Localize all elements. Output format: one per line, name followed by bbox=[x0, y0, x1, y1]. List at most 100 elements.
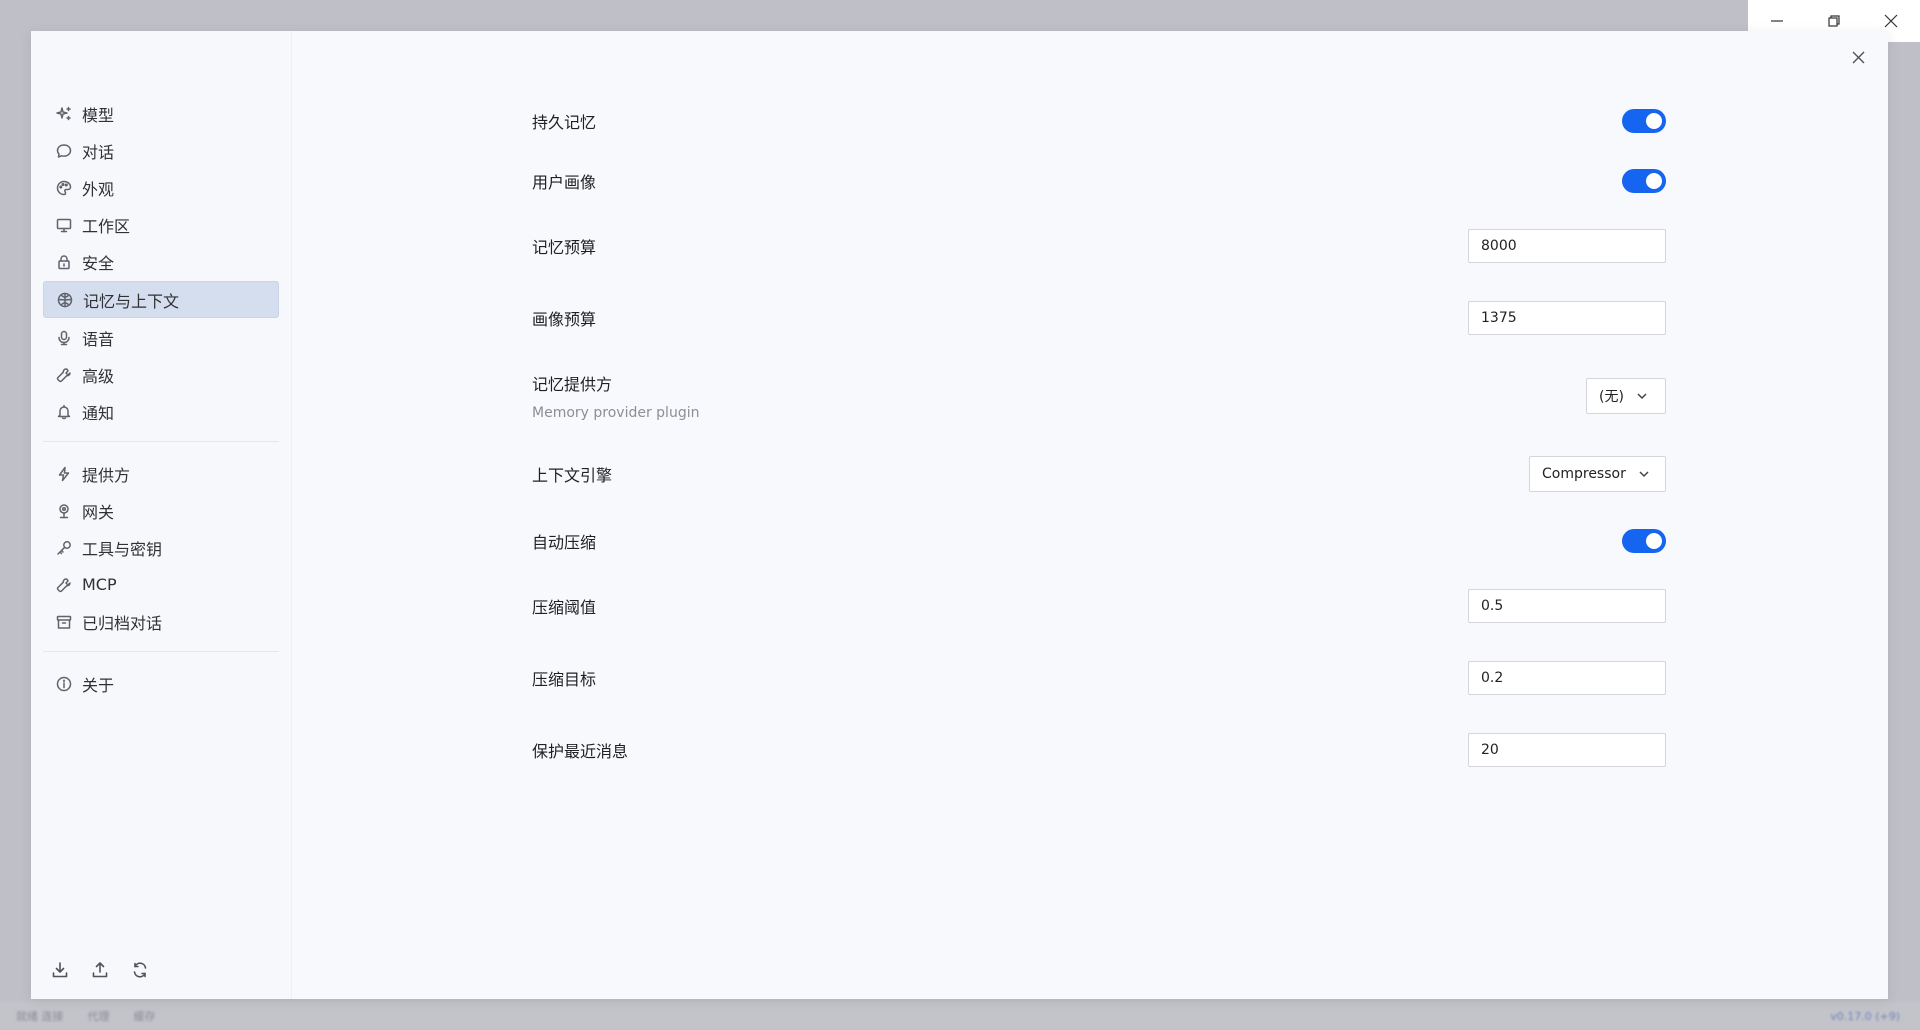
sidebar-item-appearance[interactable]: 外观 bbox=[43, 170, 279, 205]
setting-row-memory-provider: 记忆提供方 Memory provider plugin (无) bbox=[532, 371, 1666, 421]
chevron-down-icon bbox=[1637, 393, 1647, 400]
setting-row-context-engine: 上下文引擎 Compressor bbox=[532, 456, 1666, 492]
sidebar-item-memory-context[interactable]: 记忆与上下文 bbox=[43, 281, 279, 318]
sidebar-item-providers[interactable]: 提供方 bbox=[43, 456, 279, 491]
user-profile-toggle[interactable] bbox=[1622, 169, 1666, 193]
setting-sublabel: Memory provider plugin bbox=[532, 405, 700, 421]
sidebar-item-label: 语音 bbox=[82, 329, 115, 349]
setting-label: 压缩目标 bbox=[532, 670, 597, 689]
sidebar-item-label: 工具与密钥 bbox=[82, 539, 163, 559]
sidebar-item-archived-chats[interactable]: 已归档对话 bbox=[43, 604, 279, 639]
upload-icon bbox=[92, 962, 108, 978]
compress-target-input[interactable] bbox=[1468, 661, 1666, 695]
setting-label-group: 记忆提供方 Memory provider plugin bbox=[532, 371, 699, 421]
setting-row-persistent-memory: 持久记忆 bbox=[532, 109, 1666, 133]
sidebar-item-about[interactable]: 关于 bbox=[43, 666, 279, 701]
persistent-memory-toggle[interactable] bbox=[1622, 109, 1666, 133]
setting-label: 上下文引擎 bbox=[532, 466, 613, 485]
import-button[interactable] bbox=[49, 959, 71, 981]
memory-budget-input[interactable] bbox=[1468, 229, 1666, 263]
status-item: 就绪 连接 bbox=[16, 1010, 64, 1023]
refresh-icon bbox=[133, 962, 147, 978]
chat-bubble-icon bbox=[55, 142, 73, 160]
sidebar-item-gateway[interactable]: 网关 bbox=[43, 493, 279, 528]
setting-row-memory-budget: 记忆预算 bbox=[532, 229, 1666, 263]
sidebar-item-label: 工作区 bbox=[82, 216, 131, 236]
sidebar-item-label: 安全 bbox=[82, 253, 115, 273]
sidebar-item-label: 提供方 bbox=[82, 465, 131, 485]
sidebar-item-mcp[interactable]: MCP bbox=[43, 567, 279, 602]
compress-threshold-input[interactable] bbox=[1468, 589, 1666, 623]
export-button[interactable] bbox=[89, 959, 111, 981]
info-icon bbox=[55, 675, 73, 693]
select-value: (无) bbox=[1599, 389, 1624, 405]
background-status-bar: 就绪 连接 代理 缓存 v0.17.0 (+9) bbox=[0, 1002, 1920, 1030]
download-icon bbox=[52, 962, 68, 978]
setting-row-compress-threshold: 压缩阈值 bbox=[532, 589, 1666, 623]
select-value: Compressor bbox=[1542, 466, 1626, 482]
lock-icon bbox=[55, 253, 73, 271]
sidebar-item-notifications[interactable]: 通知 bbox=[43, 394, 279, 429]
sidebar-item-label: 模型 bbox=[82, 105, 115, 125]
bell-icon bbox=[55, 403, 73, 421]
sidebar-footer bbox=[49, 959, 151, 981]
sidebar-item-label: 外观 bbox=[82, 179, 115, 199]
setting-label: 画像预算 bbox=[532, 310, 597, 329]
context-engine-select[interactable]: Compressor bbox=[1529, 456, 1666, 492]
sidebar-item-label: 记忆与上下文 bbox=[83, 291, 180, 311]
auto-compress-toggle[interactable] bbox=[1622, 529, 1666, 553]
reset-button[interactable] bbox=[129, 959, 151, 981]
setting-row-protect-recent: 保护最近消息 bbox=[532, 733, 1666, 767]
dialog-close-button[interactable] bbox=[1846, 45, 1870, 69]
profile-budget-input[interactable] bbox=[1468, 301, 1666, 335]
settings-dialog: 模型 对话 外观 工作区 安全 记忆与上下文 语音 高级 通知 提供方 网关 工… bbox=[31, 31, 1888, 999]
close-icon bbox=[1884, 14, 1898, 28]
setting-label: 自动压缩 bbox=[532, 533, 597, 552]
sidebar-item-label: 关于 bbox=[82, 675, 115, 695]
close-icon bbox=[1852, 51, 1864, 63]
lightning-icon bbox=[55, 465, 73, 483]
setting-label: 记忆预算 bbox=[532, 238, 597, 257]
sidebar-item-workspace[interactable]: 工作区 bbox=[43, 207, 279, 242]
sidebar-item-label: 通知 bbox=[82, 403, 115, 423]
sidebar-item-label: 已归档对话 bbox=[82, 613, 163, 633]
sidebar-item-chat[interactable]: 对话 bbox=[43, 133, 279, 168]
nav-group-general: 模型 对话 外观 工作区 安全 记忆与上下文 语音 高级 通知 bbox=[31, 31, 291, 429]
sidebar-item-advanced[interactable]: 高级 bbox=[43, 357, 279, 392]
gateway-icon bbox=[55, 502, 73, 520]
nav-divider bbox=[43, 651, 279, 652]
setting-row-user-profile: 用户画像 bbox=[532, 169, 1666, 193]
archive-icon bbox=[55, 613, 73, 631]
sidebar-item-label: MCP bbox=[82, 575, 117, 594]
memory-provider-select[interactable]: (无) bbox=[1586, 378, 1666, 414]
version-label: v0.17.0 (+9) bbox=[1830, 1009, 1900, 1023]
nav-divider bbox=[43, 441, 279, 442]
wrench-icon bbox=[55, 366, 73, 384]
sidebar-item-tools-keys[interactable]: 工具与密钥 bbox=[43, 530, 279, 565]
key-icon bbox=[55, 539, 73, 557]
sidebar-item-label: 高级 bbox=[82, 366, 115, 386]
status-item: 代理 bbox=[87, 1010, 110, 1023]
wrench-icon bbox=[55, 576, 73, 594]
setting-row-compress-target: 压缩目标 bbox=[532, 661, 1666, 695]
sidebar-item-voice[interactable]: 语音 bbox=[43, 320, 279, 355]
setting-label: 压缩阈值 bbox=[532, 598, 597, 617]
setting-label: 持久记忆 bbox=[532, 113, 597, 132]
setting-label: 记忆提供方 bbox=[532, 375, 613, 394]
status-item: 缓存 bbox=[133, 1010, 156, 1023]
setting-row-auto-compress: 自动压缩 bbox=[532, 529, 1666, 553]
sidebar-item-security[interactable]: 安全 bbox=[43, 244, 279, 279]
sidebar-item-model[interactable]: 模型 bbox=[43, 96, 279, 131]
restore-icon bbox=[1828, 15, 1840, 27]
nav-group-integrations: 提供方 网关 工具与密钥 MCP 已归档对话 bbox=[31, 456, 291, 639]
minimize-icon bbox=[1770, 20, 1783, 22]
monitor-icon bbox=[55, 216, 73, 234]
sidebar-item-label: 网关 bbox=[82, 502, 115, 522]
setting-label: 用户画像 bbox=[532, 173, 597, 192]
protect-recent-input[interactable] bbox=[1468, 733, 1666, 767]
microphone-icon bbox=[55, 329, 73, 347]
nav-group-about: 关于 bbox=[31, 666, 291, 701]
setting-label: 保护最近消息 bbox=[532, 742, 629, 761]
sidebar-item-label: 对话 bbox=[82, 142, 115, 162]
palette-icon bbox=[55, 179, 73, 197]
